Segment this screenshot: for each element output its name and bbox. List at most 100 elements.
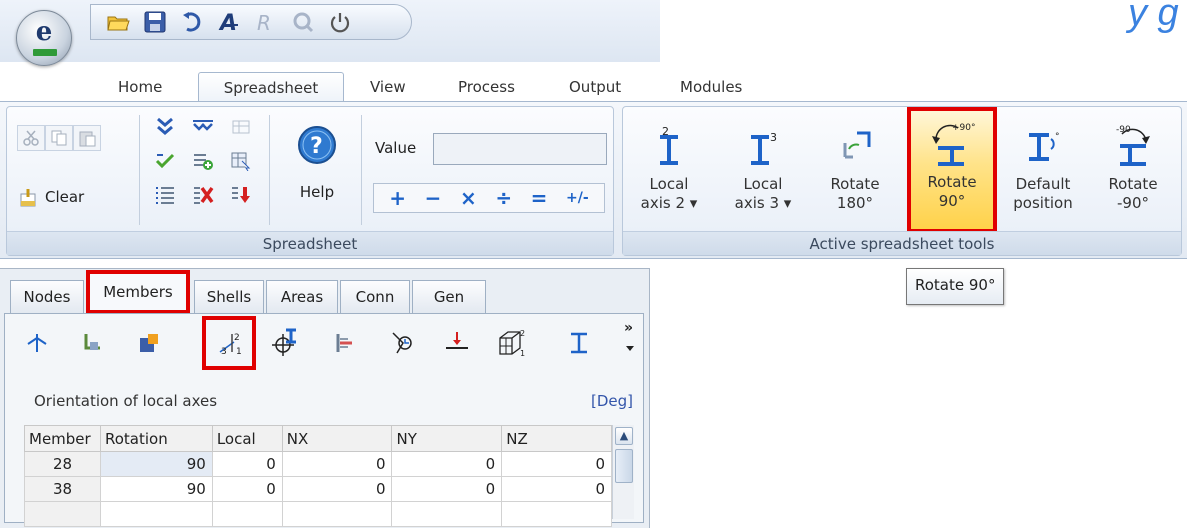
column-header-ny[interactable]: NY: [391, 425, 503, 452]
rotate-180-icon: [843, 131, 871, 159]
column-header-local[interactable]: Local: [211, 425, 283, 452]
toolbar-overflow-button[interactable]: »: [624, 320, 633, 336]
list-rows-icon[interactable]: [149, 181, 181, 209]
rotate-90-button[interactable]: +90° Rotate 90°: [907, 107, 997, 233]
tab-gen[interactable]: Gen: [412, 280, 486, 314]
cell-local[interactable]: 0: [211, 476, 283, 502]
cell-rotation[interactable]: [99, 501, 213, 527]
cell-rotation[interactable]: 90: [99, 476, 213, 502]
cell-ny[interactable]: 0: [391, 451, 503, 477]
column-header-member[interactable]: Member: [24, 425, 101, 452]
preview-icon[interactable]: [290, 9, 316, 35]
local-axes-orientation-icon[interactable]: 32 1: [202, 316, 256, 370]
table-disabled-icon[interactable]: [225, 113, 257, 141]
tab-output[interactable]: Output: [557, 72, 633, 102]
subtract-operator-button[interactable]: −: [425, 186, 442, 210]
column-header-nz[interactable]: NZ: [501, 425, 612, 452]
column-header-rotation[interactable]: Rotation: [99, 425, 213, 452]
cell-ny[interactable]: [391, 501, 503, 527]
rotate-90-icon-label: +90°: [952, 123, 976, 133]
rotate-neg-90-label-1: Rotate: [1108, 175, 1158, 193]
tab-view[interactable]: View: [358, 72, 418, 102]
local-axis-3-button[interactable]: 3 Local axis 3 ▾: [721, 115, 805, 233]
paste-icon[interactable]: [73, 125, 101, 151]
cell-nx[interactable]: 0: [281, 476, 393, 502]
local-axis-3-label-1: Local: [743, 175, 783, 193]
tab-modules[interactable]: Modules: [668, 72, 754, 102]
member-load-icon[interactable]: [440, 326, 474, 360]
active-tools-group-label: Active spreadsheet tools: [623, 231, 1181, 255]
rotate-90-label-2: 90°: [938, 192, 966, 210]
move-down-icon[interactable]: [149, 113, 181, 141]
tab-shells[interactable]: Shells: [194, 280, 264, 314]
separator: [269, 115, 270, 225]
separator: [361, 115, 362, 225]
clipboard-buttons: [17, 125, 101, 151]
table-scrollbar[interactable]: ▲: [612, 425, 634, 519]
cell-nz[interactable]: [501, 501, 612, 527]
cell-ny[interactable]: 0: [391, 476, 503, 502]
member-section-i-icon[interactable]: [562, 326, 596, 360]
member-offset-icon[interactable]: [326, 326, 360, 360]
divide-operator-button[interactable]: ÷: [495, 186, 512, 210]
cell-member[interactable]: 28: [24, 451, 101, 477]
tab-nodes[interactable]: Nodes: [10, 280, 84, 314]
report-icon[interactable]: R: [253, 9, 279, 35]
unit-label: [Deg]: [591, 392, 634, 410]
cell-local[interactable]: [211, 501, 283, 527]
member-release-icon[interactable]: [268, 326, 302, 360]
scroll-up-icon[interactable]: ▲: [615, 427, 633, 445]
scroll-thumb[interactable]: [615, 449, 633, 483]
member-section-icon[interactable]: [132, 326, 166, 360]
column-header-nx[interactable]: NX: [281, 425, 393, 452]
delete-rows-icon[interactable]: [187, 181, 219, 209]
open-folder-icon[interactable]: [105, 9, 131, 35]
cut-icon[interactable]: [17, 125, 45, 151]
save-icon[interactable]: [142, 9, 168, 35]
equals-operator-button[interactable]: =: [531, 186, 548, 210]
value-input[interactable]: [433, 133, 607, 165]
check-rows-icon[interactable]: [149, 147, 181, 175]
cell-nx[interactable]: [281, 501, 393, 527]
tab-members[interactable]: Members: [86, 270, 190, 314]
add-operator-button[interactable]: +: [389, 186, 406, 210]
cell-member[interactable]: [24, 501, 101, 527]
toolbar-dropdown-icon[interactable]: [626, 346, 634, 351]
local-axis-2-button[interactable]: 2 Local axis 2 ▾: [627, 115, 711, 233]
cell-rotation[interactable]: 90: [99, 451, 213, 477]
cell-member[interactable]: 38: [24, 476, 101, 502]
value-label: Value: [375, 139, 417, 157]
cell-nz[interactable]: 0: [501, 451, 612, 477]
delete-down-icon[interactable]: [225, 181, 257, 209]
rotate-180-label-2: 180°: [836, 194, 874, 212]
insert-row-icon[interactable]: [187, 147, 219, 175]
multiply-operator-button[interactable]: ×: [460, 186, 477, 210]
cell-local[interactable]: 0: [211, 451, 283, 477]
local-axis-3-label-2: axis 3 ▾: [734, 194, 792, 212]
power-icon[interactable]: [327, 9, 353, 35]
negate-operator-button[interactable]: +/-: [566, 190, 589, 206]
member-3d-icon[interactable]: 21: [494, 326, 528, 360]
tab-spreadsheet[interactable]: Spreadsheet: [198, 72, 344, 102]
cell-nx[interactable]: 0: [281, 451, 393, 477]
tab-areas[interactable]: Areas: [266, 280, 338, 314]
cell-nz[interactable]: 0: [501, 476, 612, 502]
rotate-180-button[interactable]: Rotate 180°: [813, 115, 897, 233]
member-axes-icon[interactable]: [20, 326, 54, 360]
member-support-icon[interactable]: [74, 326, 108, 360]
text-a-icon[interactable]: A: [216, 9, 242, 35]
undo-icon[interactable]: [179, 9, 205, 35]
move-bottom-icon[interactable]: [187, 113, 219, 141]
help-button[interactable]: ? Help: [287, 125, 347, 201]
rotate-neg-90-icon-label: -90: [1116, 125, 1131, 135]
rotate-neg-90-button[interactable]: -90 Rotate -90°: [1091, 115, 1175, 233]
tab-conn[interactable]: Conn: [340, 280, 410, 314]
tab-process[interactable]: Process: [446, 72, 527, 102]
select-cells-icon[interactable]: [225, 147, 257, 175]
application-menu-button[interactable]: e: [16, 10, 72, 66]
tab-home[interactable]: Home: [106, 72, 174, 102]
default-position-button[interactable]: ° Default position: [1001, 115, 1085, 233]
copy-icon[interactable]: [45, 125, 73, 151]
member-hinge-icon[interactable]: [384, 326, 418, 360]
clear-button[interactable]: Clear: [19, 187, 84, 207]
